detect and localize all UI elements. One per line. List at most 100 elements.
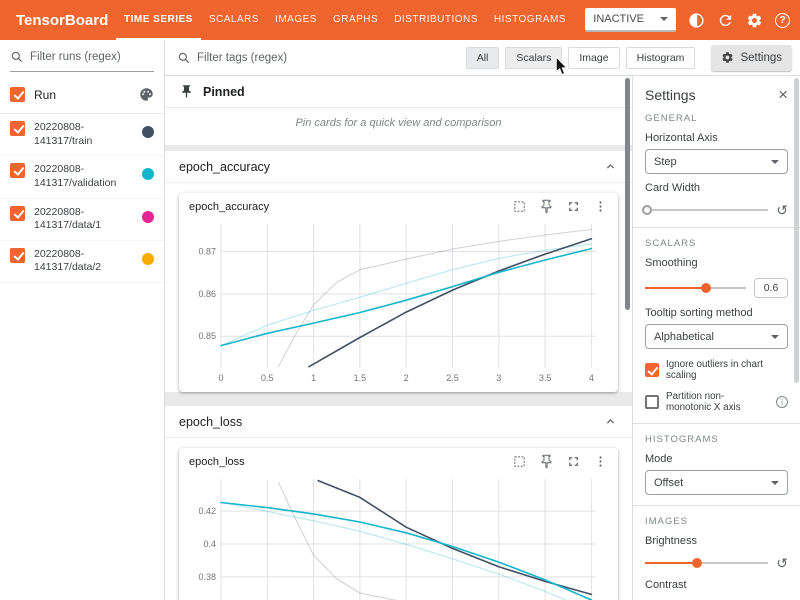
pinned-title: Pinned <box>203 85 245 99</box>
nav-tab-scalars[interactable]: SCALARS <box>201 0 267 40</box>
partition-x-axis-label: Partition non-monotonic X axis <box>666 391 769 413</box>
cards-scroll-area: Pinned Pin cards for a quick view and co… <box>165 76 632 600</box>
histogram-mode-label: Mode <box>645 453 788 465</box>
run-color-dot <box>142 253 154 265</box>
partition-x-axis-checkbox[interactable] <box>645 395 659 409</box>
svg-text:2.5: 2.5 <box>446 373 459 383</box>
reset-to-default-icon[interactable]: ↺ <box>776 203 788 217</box>
run-row[interactable]: 20220808-141317/train <box>0 114 164 156</box>
settings-scrollbar[interactable] <box>794 78 799 383</box>
fit-domain-icon[interactable] <box>512 454 527 469</box>
filter-runs-input[interactable]: Filter runs (regex) <box>10 50 154 72</box>
card-width-slider[interactable] <box>645 204 768 216</box>
run-checkbox[interactable] <box>10 206 25 221</box>
reset-to-default-icon[interactable]: ↺ <box>776 556 788 570</box>
horizontal-axis-select[interactable]: Step <box>645 149 788 174</box>
smoothing-value-input[interactable]: 0.6 <box>754 278 788 298</box>
runs-list-header: Run <box>0 76 164 114</box>
histograms-section-label: HISTOGRAMS <box>645 434 788 445</box>
svg-text:3: 3 <box>496 373 501 383</box>
info-icon[interactable]: i <box>776 396 788 408</box>
epoch-accuracy-chart[interactable]: 00.511.522.533.540.850.860.87 <box>189 216 608 388</box>
run-checkbox[interactable] <box>10 163 25 178</box>
settings-panel: Settings × GENERAL Horizontal Axis Step … <box>632 76 800 600</box>
runs-column-header: Run <box>34 88 56 102</box>
chip-histogram[interactable]: Histogram <box>626 47 696 69</box>
vertical-scrollbar[interactable] <box>625 78 630 310</box>
refresh-icon[interactable] <box>717 12 734 29</box>
section-header-epoch-loss[interactable]: epoch_loss <box>165 406 632 438</box>
chevron-down-icon <box>771 481 779 485</box>
run-checkbox[interactable] <box>10 248 25 263</box>
histogram-mode-select[interactable]: Offset <box>645 470 788 495</box>
select-all-runs-checkbox[interactable] <box>10 87 25 102</box>
pin-icon[interactable] <box>539 454 554 469</box>
scalars-section-label: SCALARS <box>645 238 788 249</box>
chip-all[interactable]: All <box>466 47 500 69</box>
divider <box>633 505 800 506</box>
tooltip-sorting-select[interactable]: Alphabetical <box>645 324 788 349</box>
images-section-label: IMAGES <box>645 516 788 527</box>
epoch-loss-chart[interactable]: 00.511.522.533.540.360.380.40.42 <box>189 471 608 600</box>
section-epoch-accuracy: epoch_accuracy epoch_accuracy <box>165 151 632 392</box>
chip-image[interactable]: Image <box>568 47 619 69</box>
general-section-label: GENERAL <box>645 113 788 124</box>
smoothing-slider[interactable] <box>645 282 746 294</box>
section-header-epoch-accuracy[interactable]: epoch_accuracy <box>165 151 632 183</box>
contrast-label: Contrast <box>645 579 788 591</box>
chevron-up-icon[interactable] <box>603 414 618 429</box>
chevron-up-icon[interactable] <box>603 159 618 174</box>
filter-tags-input[interactable]: Filter tags (regex) <box>197 52 287 64</box>
tooltip-sorting-label: Tooltip sorting method <box>645 307 788 319</box>
brightness-slider[interactable] <box>645 557 768 569</box>
tags-toolbar: Filter tags (regex) All Scalars Image Hi… <box>165 40 800 76</box>
run-row[interactable]: 20220808-141317/data/2 <box>0 241 164 283</box>
pin-icon[interactable] <box>539 199 554 214</box>
nav-tab-time-series[interactable]: TIME SERIES <box>116 0 201 40</box>
more-options-icon[interactable] <box>593 454 608 469</box>
nav-tab-histograms[interactable]: HISTOGRAMS <box>486 0 574 40</box>
pinned-panel: Pinned Pin cards for a quick view and co… <box>165 76 632 145</box>
pin-icon <box>179 84 194 99</box>
filter-runs-placeholder: Filter runs (regex) <box>30 51 121 63</box>
search-icon <box>10 50 24 64</box>
dark-mode-toggle-icon[interactable] <box>688 12 705 29</box>
horizontal-axis-label: Horizontal Axis <box>645 132 788 144</box>
reload-status-value: INACTIVE <box>593 13 644 25</box>
more-options-icon[interactable] <box>593 199 608 214</box>
tag-filter-chips: All Scalars Image Histogram <box>466 47 696 69</box>
smoothing-label: Smoothing <box>645 257 788 269</box>
section-title: epoch_loss <box>179 415 242 429</box>
header-actions: INACTIVE ? <box>585 8 790 32</box>
ignore-outliers-checkbox[interactable] <box>645 363 659 377</box>
svg-text:1: 1 <box>311 373 316 383</box>
run-name: 20220808-141317/validation <box>34 163 133 190</box>
svg-text:2: 2 <box>404 373 409 383</box>
nav-tab-graphs[interactable]: GRAPHS <box>325 0 386 40</box>
run-name: 20220808-141317/data/2 <box>34 248 133 275</box>
run-name: 20220808-141317/train <box>34 121 133 148</box>
gear-icon[interactable] <box>746 12 763 29</box>
run-color-dot <box>142 126 154 138</box>
run-row[interactable]: 20220808-141317/validation <box>0 156 164 198</box>
fullscreen-icon[interactable] <box>566 454 581 469</box>
svg-text:0.4: 0.4 <box>203 539 216 549</box>
palette-icon[interactable] <box>139 87 154 102</box>
help-icon[interactable]: ? <box>775 13 790 28</box>
chip-scalars[interactable]: Scalars <box>505 47 562 69</box>
reload-status-select[interactable]: INACTIVE <box>585 8 676 32</box>
close-icon[interactable]: × <box>778 86 788 103</box>
nav-tab-distributions[interactable]: DISTRIBUTIONS <box>386 0 486 40</box>
card-title: epoch_accuracy <box>189 201 269 213</box>
chevron-down-icon <box>771 335 779 339</box>
svg-text:0.5: 0.5 <box>261 373 274 383</box>
fullscreen-icon[interactable] <box>566 199 581 214</box>
run-row[interactable]: 20220808-141317/data/1 <box>0 199 164 241</box>
main-nav: TIME SERIES SCALARS IMAGES GRAPHS DISTRI… <box>116 0 574 40</box>
nav-tab-images[interactable]: IMAGES <box>267 0 325 40</box>
settings-button[interactable]: Settings <box>711 45 792 71</box>
run-name: 20220808-141317/data/1 <box>34 206 133 233</box>
run-checkbox[interactable] <box>10 121 25 136</box>
svg-text:0.87: 0.87 <box>198 247 216 257</box>
fit-domain-icon[interactable] <box>512 199 527 214</box>
